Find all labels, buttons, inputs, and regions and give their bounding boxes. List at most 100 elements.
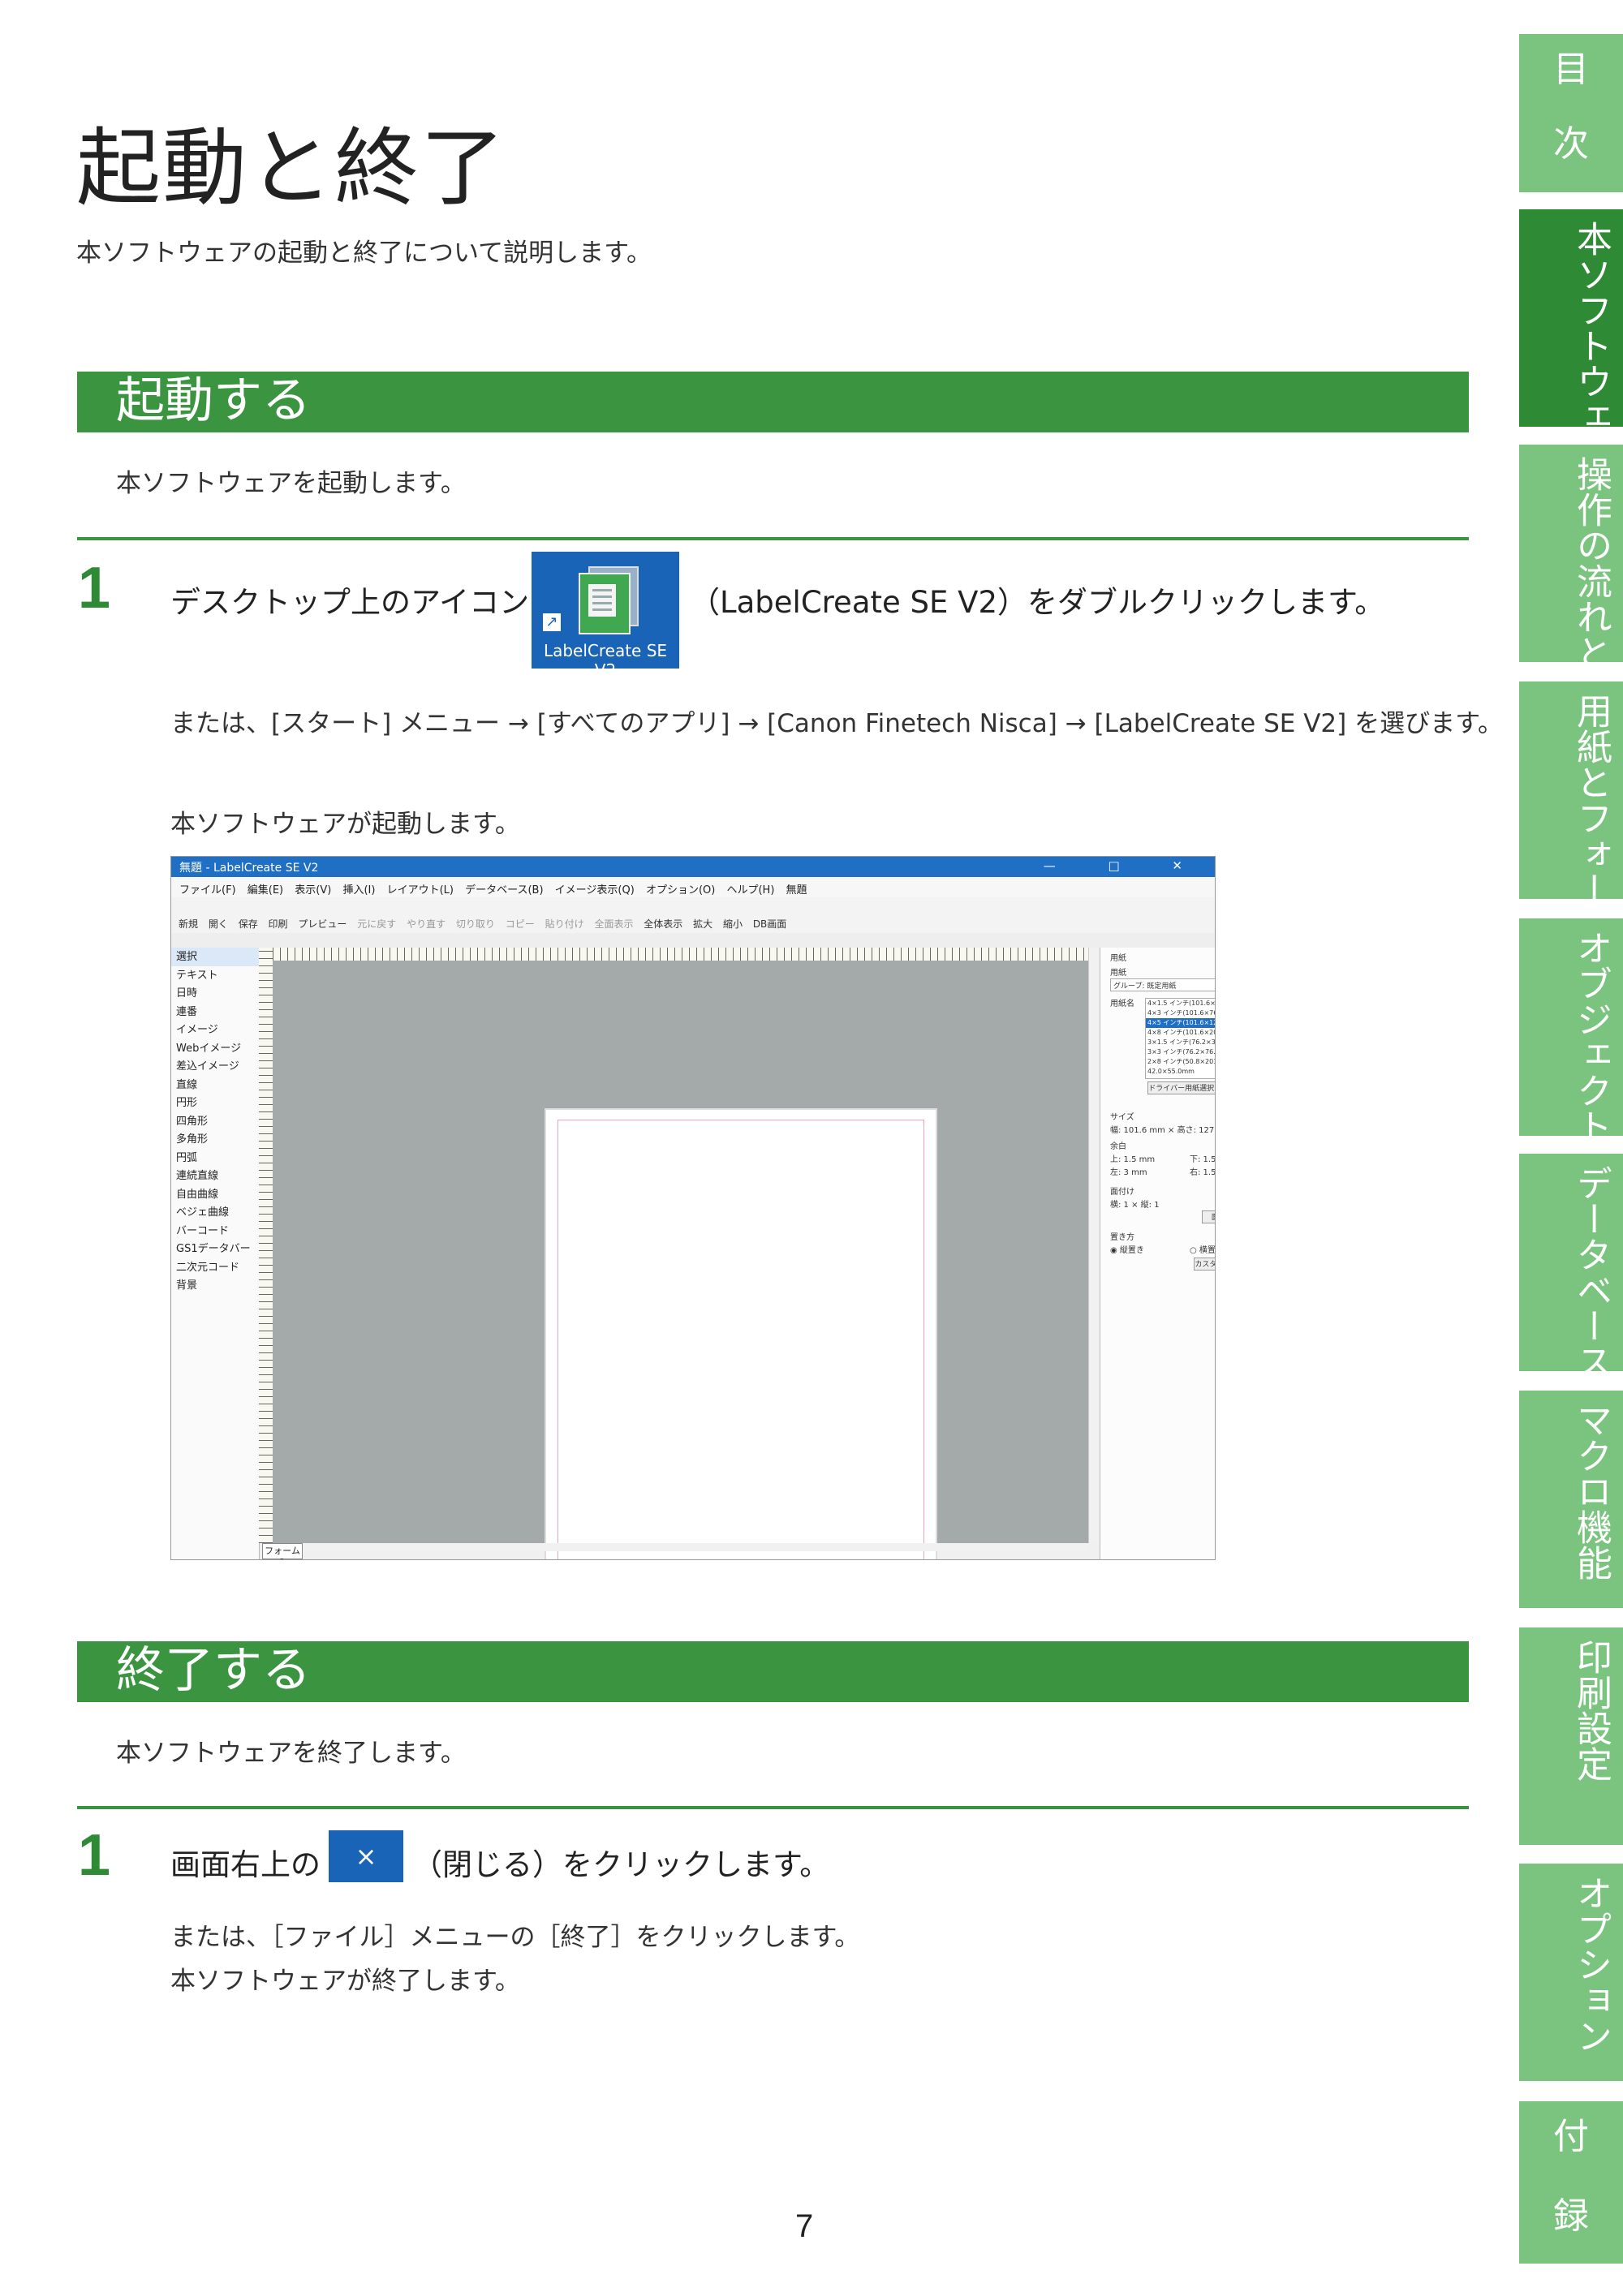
tool-item[interactable]: ベジェ曲線 xyxy=(171,1203,259,1222)
toolbar-zoom-out[interactable]: 縮小 xyxy=(723,917,743,931)
size-label: サイズ xyxy=(1110,1113,1134,1122)
menu-layout[interactable]: レイアウト(L) xyxy=(387,881,454,896)
margin-left[interactable]: 左: 3 mm xyxy=(1110,1165,1147,1177)
label-page[interactable] xyxy=(545,1108,937,1559)
paper-list-item[interactable]: 4×8 インチ(101.6×203.2mm) xyxy=(1146,1028,1215,1038)
page-number: 7 xyxy=(795,2208,814,2244)
step-instruction-before: 画面右上の xyxy=(170,1847,321,1882)
side-tab-paper-form[interactable]: 用紙とフォーム設定 xyxy=(1519,681,1623,1014)
menu-view[interactable]: 表示(V) xyxy=(295,881,331,896)
side-tab-basics[interactable]: 本ソフトウェアの基礎 xyxy=(1519,209,1623,578)
toolbar-cut[interactable]: 切り取り xyxy=(456,917,495,931)
side-tab-options[interactable]: オプション xyxy=(1519,1864,1623,2081)
group-label: 用紙 xyxy=(1110,969,1126,978)
side-tab-objects[interactable]: オブジェクト操作 xyxy=(1519,918,1623,1215)
tool-item[interactable]: 差込イメージ xyxy=(171,1057,259,1076)
orientation-label: 置き方 xyxy=(1110,1233,1134,1242)
tool-item[interactable]: 直線 xyxy=(171,1076,259,1094)
paper-list[interactable]: 4×1.5 インチ(101.6×38.1mm) 4×3 インチ(101.6×76… xyxy=(1145,998,1215,1079)
toolbar-new[interactable]: 新規 xyxy=(179,917,198,931)
menu-database[interactable]: データベース(B) xyxy=(465,881,543,896)
paper-list-item[interactable]: 42.0×55.0mm xyxy=(1146,1067,1215,1077)
paper-list-item[interactable]: 2×8 インチ(50.8×203.2mm) xyxy=(1146,1057,1215,1067)
side-tab-macro[interactable]: マクロ機能 xyxy=(1519,1391,1623,1608)
paper-list-item[interactable]: 3×1.5 インチ(76.2×38.1mm) xyxy=(1146,1038,1215,1047)
tool-item[interactable]: 日時 xyxy=(171,984,259,1003)
result-text: 本ソフトウェアが起動します。 xyxy=(170,810,520,839)
tool-item[interactable]: 円形 xyxy=(171,1094,259,1112)
tool-item[interactable]: GS1データバー xyxy=(171,1240,259,1258)
tool-item[interactable]: Webイメージ xyxy=(171,1039,259,1058)
margin-right[interactable]: 右: 1.5 mm xyxy=(1190,1165,1215,1177)
imposition-value[interactable]: 横: 1 × 縦: 1 xyxy=(1110,1197,1160,1210)
menu-options[interactable]: オプション(O) xyxy=(646,881,715,896)
margin-top[interactable]: 上: 1.5 mm xyxy=(1110,1152,1155,1164)
imposition-button[interactable]: 面付け設定... xyxy=(1202,1210,1215,1223)
group-select[interactable]: グループ: 既定用紙 xyxy=(1110,978,1215,991)
tool-item[interactable]: 円弧 xyxy=(171,1149,259,1167)
section-intro-start: 本ソフトウェアを起動します。 xyxy=(116,469,466,498)
close-button[interactable]: × xyxy=(329,1830,403,1882)
tool-item[interactable]: 連番 xyxy=(171,1003,259,1021)
vertical-ruler xyxy=(259,948,273,1543)
toolbar-print[interactable]: 印刷 xyxy=(269,917,288,931)
side-tab-print[interactable]: 印刷設定 xyxy=(1519,1627,1623,1845)
page-title: 起動と終了 xyxy=(76,118,507,217)
tool-item[interactable]: 連続直線 xyxy=(171,1167,259,1185)
tool-item[interactable]: イメージ xyxy=(171,1021,259,1039)
layout-canvas[interactable] xyxy=(273,961,1088,1559)
custom-size-button[interactable]: カスタムサイズ編集... xyxy=(1194,1258,1215,1271)
toolbar-undo[interactable]: 元に戻す xyxy=(357,917,396,931)
menu-image-view[interactable]: イメージ表示(Q) xyxy=(555,881,635,896)
menu-help[interactable]: ヘルプ(H) xyxy=(726,881,774,896)
toolbar-open[interactable]: 開く xyxy=(209,917,228,931)
paper-list-item[interactable]: 4×1.5 インチ(101.6×38.1mm) xyxy=(1146,999,1215,1008)
props-header: 用紙 xyxy=(1110,954,1126,963)
orientation-landscape-radio[interactable]: ○ 横置き xyxy=(1190,1243,1215,1255)
format-toolbar xyxy=(171,933,1215,948)
paper-list-item[interactable]: 4×3 インチ(101.6×76.2mm) xyxy=(1146,1008,1215,1018)
toolbar-fit-view[interactable]: 全体表示 xyxy=(644,917,682,931)
tool-item[interactable]: 選択 xyxy=(171,948,259,966)
toolbar-zoom-in[interactable]: 拡大 xyxy=(693,917,712,931)
tool-item[interactable]: 多角形 xyxy=(171,1130,259,1149)
menu-insert[interactable]: 挿入(I) xyxy=(342,881,375,896)
vertical-scrollbar[interactable] xyxy=(1088,948,1100,1543)
menu-edit[interactable]: 編集(E) xyxy=(248,881,283,896)
form-tab[interactable]: フォーム1 xyxy=(262,1543,303,1559)
toolbar-copy[interactable]: コピー xyxy=(506,917,535,931)
toolbar-redo[interactable]: やり直す xyxy=(407,917,446,931)
margin-bottom[interactable]: 下: 1.5 mm xyxy=(1190,1152,1215,1164)
tool-item[interactable]: 四角形 xyxy=(171,1112,259,1131)
tool-item[interactable]: 二次元コード xyxy=(171,1258,259,1277)
horizontal-scrollbar[interactable] xyxy=(273,1543,1088,1551)
tool-item[interactable]: 自由曲線 xyxy=(171,1185,259,1204)
toolbar-save[interactable]: 保存 xyxy=(239,917,258,931)
window-controls[interactable]: — □ ✕ xyxy=(1044,858,1207,873)
tool-item[interactable]: バーコード xyxy=(171,1222,259,1240)
side-tab-contents[interactable]: 目 次 xyxy=(1519,34,1623,192)
section-intro-end: 本ソフトウェアを終了します。 xyxy=(116,1739,466,1768)
toolbar-db-screen[interactable]: DB画面 xyxy=(753,917,786,931)
step-number: 1 xyxy=(78,1823,111,1888)
driver-paper-button[interactable]: ドライバー用紙選択... xyxy=(1147,1081,1215,1094)
tool-item[interactable]: テキスト xyxy=(171,966,259,985)
toolbar-paste[interactable]: 貼り付け xyxy=(545,917,584,931)
side-tab-workflow[interactable]: 操作の流れと概要 xyxy=(1519,445,1623,742)
menu-file[interactable]: ファイル(F) xyxy=(179,881,236,896)
side-tab-appendix[interactable]: 付 録 xyxy=(1519,2101,1623,2264)
toolbar-preview[interactable]: プレビュー xyxy=(298,917,347,931)
toolbar-full-view[interactable]: 全面表示 xyxy=(594,917,633,931)
paper-list-item-selected[interactable]: 4×5 インチ(101.6×127.0mm) xyxy=(1146,1018,1215,1028)
labelcreate-desktop-icon[interactable]: ↗ LabelCreate SE V2 xyxy=(532,552,679,680)
step-number: 1 xyxy=(78,556,111,621)
paper-list-item[interactable]: 3×3 インチ(76.2×76.2mm) xyxy=(1146,1047,1215,1057)
tool-item[interactable]: 背景 xyxy=(171,1276,259,1295)
step-divider xyxy=(77,1806,1469,1809)
orientation-portrait-radio[interactable]: ◉ 縦置き xyxy=(1110,1243,1144,1255)
step-instruction-after: （閉じる）をクリックします。 xyxy=(412,1847,830,1882)
menu-document-name: 無題 xyxy=(786,884,807,896)
side-tab-appendix-bottom: 録 xyxy=(1553,2195,1589,2237)
side-tab-database[interactable]: データベース設定 xyxy=(1519,1154,1623,1451)
menu-bar: ファイル(F) 編集(E) 表示(V) 挿入(I) レイアウト(L) データベー… xyxy=(171,877,1215,897)
